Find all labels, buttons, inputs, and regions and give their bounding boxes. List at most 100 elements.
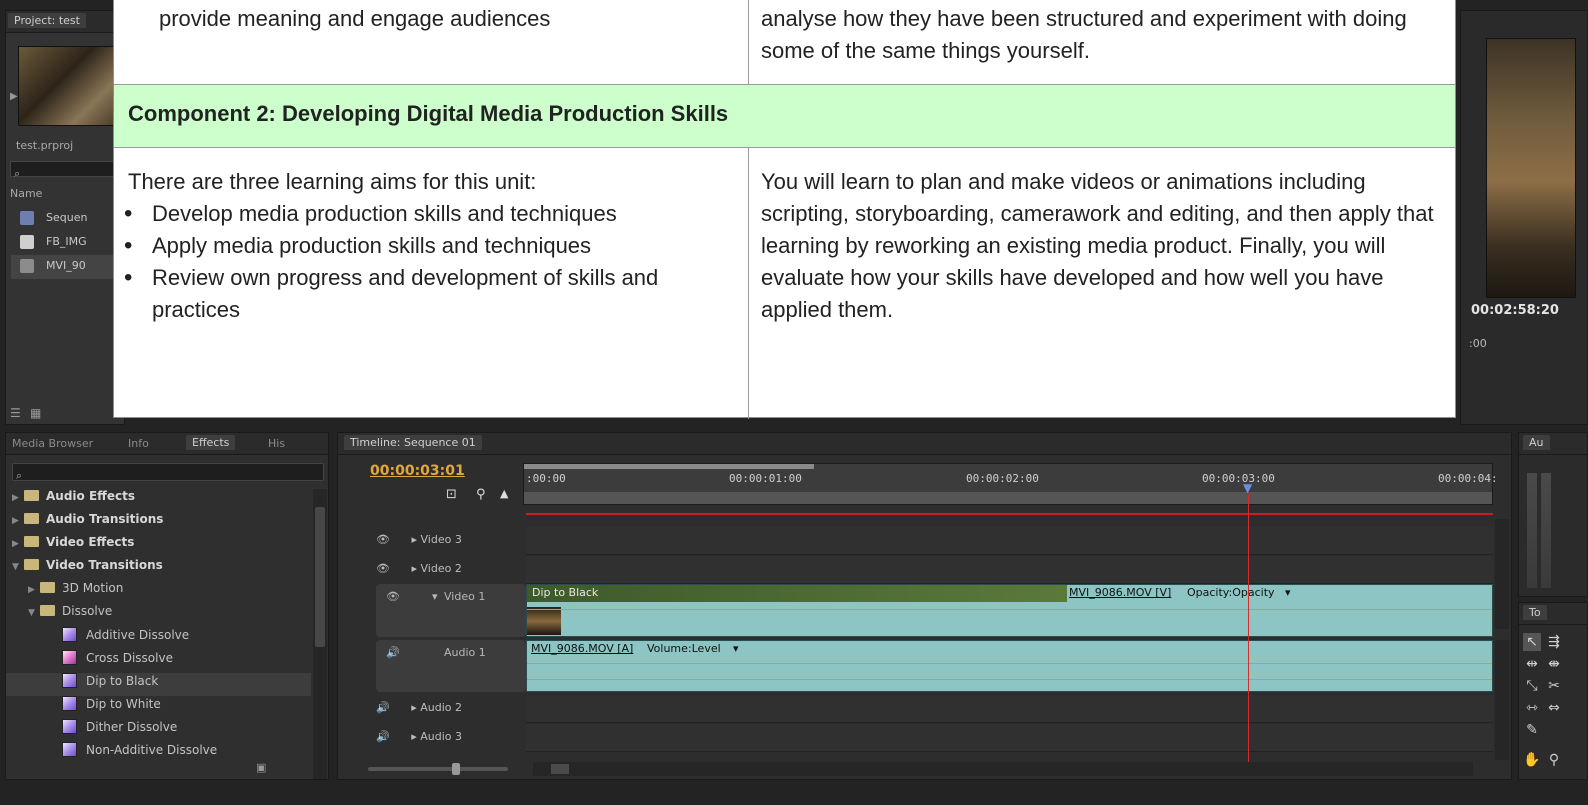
chevron-right-icon[interactable]: ▸ — [411, 701, 417, 714]
chevron-right-icon[interactable]: ▸ — [411, 562, 417, 575]
chevron-down-icon[interactable]: ▼ — [28, 608, 40, 618]
marker-icon[interactable]: ⚲ — [476, 487, 486, 502]
time-ruler[interactable]: :00:00 00:00:01:00 00:00:02:00 00:00:03:… — [523, 463, 1498, 505]
video-clip[interactable]: Dip to Black MVI_9086.MOV [V] Opacity:Op… — [526, 584, 1493, 637]
rate-stretch-tool-icon[interactable]: ⤡ — [1523, 677, 1541, 695]
effects-scroll-thumb[interactable] — [315, 507, 325, 647]
project-item[interactable]: FB_IMG — [46, 235, 87, 248]
track-header-video-1[interactable]: 👁 ▾ Video 1 — [376, 584, 526, 637]
audio-meter-right — [1541, 473, 1551, 588]
chevron-right-icon[interactable]: ▸ — [411, 730, 417, 743]
tab-project[interactable]: Project: test — [8, 13, 86, 28]
project-search-input[interactable]: ⌕ — [10, 161, 122, 180]
tab-history[interactable]: His — [268, 437, 285, 450]
effects-tree-item[interactable]: ▶ Audio Effects — [6, 489, 311, 512]
play-icon[interactable]: ▶ — [10, 91, 18, 102]
snap-icon[interactable]: ⊡ — [446, 487, 457, 502]
chevron-down-icon[interactable]: ▾ — [1285, 586, 1291, 599]
eye-icon[interactable]: 👁 — [376, 533, 390, 546]
track-header-audio-1[interactable]: 🔊 Audio 1 — [376, 640, 526, 692]
audio-tracks-scrollbar[interactable] — [1495, 640, 1509, 760]
new-bin-icon[interactable]: ▣ — [256, 761, 266, 774]
effects-tree-item[interactable]: ▼ Dissolve — [6, 604, 311, 627]
track-lane-audio-2[interactable] — [526, 695, 1493, 723]
track-lane-audio-3[interactable] — [526, 724, 1493, 752]
chevron-down-icon[interactable]: ▾ — [733, 642, 739, 655]
pen-tool-icon[interactable]: ✎ — [1523, 721, 1541, 739]
zoom-slider-handle[interactable] — [452, 763, 460, 775]
folder-icon — [40, 582, 55, 593]
razor-tool-icon[interactable]: ✂ — [1545, 677, 1563, 695]
timeline-timecode[interactable]: 00:00:03:01 — [370, 463, 465, 479]
video-opacity-label[interactable]: Opacity:Opacity — [1187, 586, 1275, 599]
speaker-icon[interactable]: 🔊 — [376, 701, 390, 714]
chevron-right-icon[interactable]: ▸ — [411, 533, 417, 546]
chevron-right-icon[interactable]: ▶ — [12, 516, 24, 526]
aims-list: Develop media production skills and tech… — [124, 198, 734, 326]
zoom-bar[interactable] — [524, 464, 814, 469]
ripple-edit-tool-icon[interactable]: ⇹ — [1523, 655, 1541, 673]
chevron-right-icon[interactable]: ▶ — [12, 493, 24, 503]
transition-dip-to-black[interactable]: Dip to Black — [527, 585, 1067, 602]
volume-rubber-band[interactable] — [527, 679, 1492, 680]
speaker-icon[interactable]: 🔊 — [376, 730, 390, 743]
project-item[interactable]: MVI_90 — [46, 259, 86, 272]
tab-effects[interactable]: Effects — [186, 435, 236, 450]
tab-audio-meters[interactable]: Au — [1523, 435, 1550, 450]
track-header-audio-3[interactable]: 🔊 ▸ Audio 3 — [376, 730, 526, 743]
icon-view-icon[interactable]: ▦ — [30, 406, 41, 420]
track-select-tool-icon[interactable]: ⇶ — [1545, 633, 1563, 651]
eye-icon[interactable]: 👁 — [376, 562, 390, 575]
timeline-horizontal-scrollbar[interactable] — [533, 762, 1473, 776]
effects-scrollbar[interactable] — [313, 489, 327, 779]
track-header-video-2[interactable]: 👁 ▸ Video 2 — [376, 562, 526, 575]
set-encore-marker-icon[interactable]: ▲ — [500, 487, 508, 500]
effects-tree-item[interactable]: Dip to Black — [6, 673, 311, 696]
speaker-icon[interactable]: 🔊 — [386, 646, 400, 659]
zoom-tool-icon[interactable]: ⚲ — [1545, 751, 1563, 769]
chevron-down-icon[interactable]: ▼ — [12, 562, 24, 572]
audio-clip[interactable]: MVI_9086.MOV [A] Volume:Level ▾ — [526, 640, 1493, 692]
track-lane-video-3[interactable] — [526, 527, 1493, 555]
project-thumbnail[interactable] — [18, 46, 128, 126]
list-view-icon[interactable]: ☰ — [10, 406, 21, 420]
volume-rubber-band[interactable] — [527, 663, 1492, 664]
chevron-down-icon[interactable]: ▾ — [432, 590, 438, 603]
chevron-right-icon[interactable]: ▶ — [28, 585, 40, 595]
timeline-panel: Timeline: Sequence 01 00:00:03:01 ⊡ ⚲ ▲ … — [337, 432, 1512, 780]
ruler-ticks — [524, 492, 1492, 504]
program-timecode: 00:02:58:20 — [1471, 303, 1559, 318]
track-header-audio-2[interactable]: 🔊 ▸ Audio 2 — [376, 701, 526, 714]
effects-tree-item[interactable]: ▶ 3D Motion — [6, 581, 311, 604]
opacity-rubber-band[interactable] — [527, 609, 1492, 610]
slip-tool-icon[interactable]: ⇿ — [1523, 699, 1541, 717]
effects-tree-item[interactable]: Cross Dissolve — [6, 650, 311, 673]
playhead[interactable] — [1248, 493, 1249, 771]
project-item[interactable]: Sequen — [46, 211, 87, 224]
work-area-bar[interactable] — [526, 513, 1493, 515]
audio-volume-label[interactable]: Volume:Level — [647, 642, 721, 655]
selection-tool-icon[interactable]: ↖ — [1523, 633, 1541, 651]
tab-media-browser[interactable]: Media Browser — [12, 437, 93, 450]
effects-tree-item[interactable]: Additive Dissolve — [6, 627, 311, 650]
tab-timeline[interactable]: Timeline: Sequence 01 — [344, 435, 482, 450]
slide-tool-icon[interactable]: ⇔ — [1545, 699, 1563, 717]
tab-tools[interactable]: To — [1523, 605, 1547, 620]
tab-info[interactable]: Info — [128, 437, 149, 450]
eye-icon[interactable]: 👁 — [386, 590, 400, 603]
effects-tree-item[interactable]: ▶ Audio Transitions — [6, 512, 311, 535]
name-column-header[interactable]: Name — [10, 187, 42, 200]
hand-tool-icon[interactable]: ✋ — [1523, 751, 1541, 769]
effects-tree-item[interactable]: Dither Dissolve — [6, 719, 311, 742]
chevron-right-icon[interactable]: ▶ — [12, 539, 24, 549]
effects-search-input[interactable]: ⌕ — [12, 463, 324, 482]
effects-tree-item[interactable]: Dip to White — [6, 696, 311, 719]
track-header-video-3[interactable]: 👁 ▸ Video 3 — [376, 533, 526, 546]
rolling-edit-tool-icon[interactable]: ⇼ — [1545, 655, 1563, 673]
timeline-scroll-thumb[interactable] — [551, 764, 569, 774]
effects-tree-item[interactable]: ▼ Video Transitions — [6, 558, 311, 581]
effects-tree-item[interactable]: ▶ Video Effects — [6, 535, 311, 558]
zoom-slider[interactable] — [368, 763, 508, 775]
track-lane-video-2[interactable] — [526, 556, 1493, 584]
video-tracks-scrollbar[interactable] — [1495, 519, 1509, 629]
